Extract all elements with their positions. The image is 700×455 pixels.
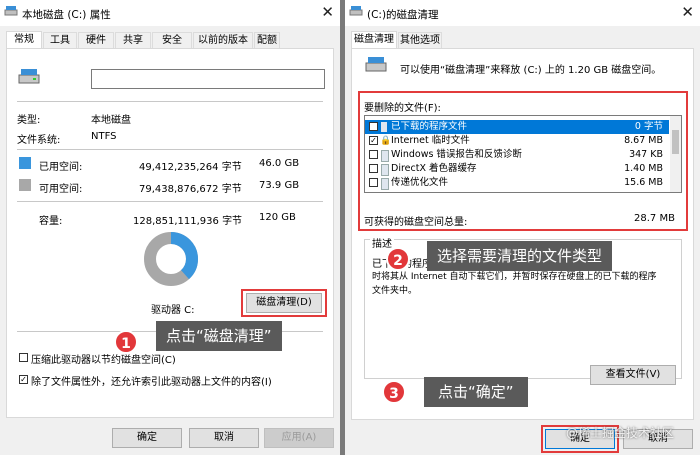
item-size: 15.6 MB bbox=[624, 177, 663, 188]
step-1-callout: 点击“磁盘清理” bbox=[156, 321, 282, 351]
capacity-label: 容量: bbox=[39, 216, 63, 227]
drive-icon bbox=[4, 6, 18, 16]
drive-icon bbox=[18, 69, 40, 84]
step-2-callout: 选择需要清理的文件类型 bbox=[427, 241, 613, 271]
free-space-bytes: 79,438,876,672 字节 bbox=[139, 184, 242, 195]
divider bbox=[17, 201, 323, 202]
item-size: 347 KB bbox=[629, 149, 663, 160]
files-to-delete-label: 要删除的文件(F): bbox=[364, 103, 441, 114]
drive-label: 驱动器 C: bbox=[151, 305, 195, 316]
watermark: @稀土掘金技术社区 bbox=[566, 426, 675, 440]
window-title: 本地磁盘 (C:) 属性 bbox=[22, 9, 111, 21]
file-icon bbox=[381, 150, 389, 162]
divider bbox=[17, 149, 323, 150]
file-icon bbox=[381, 164, 389, 176]
cleanup-intro: 可以使用“磁盘清理”来释放 (C:) 上的 1.20 GB 磁盘空间。 bbox=[400, 65, 662, 76]
list-item[interactable]: ✓ 已下载的程序文件 0 字节 bbox=[365, 120, 669, 134]
item-size: 0 字节 bbox=[634, 121, 663, 132]
file-icon bbox=[381, 122, 387, 132]
compress-label: 压缩此驱动器以节约磁盘空间(C) bbox=[31, 355, 176, 366]
window-title: (C:)的磁盘清理 bbox=[367, 9, 439, 21]
scrollbar-thumb[interactable] bbox=[672, 130, 679, 154]
index-label: 除了文件属性外，还允许索引此驱动器上文件的内容(I) bbox=[31, 377, 272, 388]
view-files-button[interactable]: 查看文件(V) bbox=[590, 365, 676, 385]
used-space-gb: 46.0 GB bbox=[259, 158, 300, 169]
item-checkbox[interactable]: ✓ bbox=[369, 122, 378, 131]
used-space-bytes: 49,412,235,264 字节 bbox=[139, 162, 242, 173]
drive-icon bbox=[365, 57, 387, 72]
total-space-value: 28.7 MB bbox=[634, 213, 675, 224]
cleanup-icon bbox=[349, 6, 363, 16]
apply-button[interactable]: 应用(A) bbox=[264, 428, 334, 448]
description-line-3: 文件夹中。 bbox=[372, 286, 418, 296]
tab-sharing[interactable]: 共享 bbox=[115, 32, 151, 48]
free-space-swatch bbox=[19, 179, 31, 191]
item-checkbox[interactable]: ✓ bbox=[369, 136, 378, 145]
disk-usage-donut bbox=[144, 232, 198, 286]
tab-tools[interactable]: 工具 bbox=[43, 32, 77, 48]
step-3-callout: 点击“确定” bbox=[424, 377, 528, 407]
cleanup-button-highlight bbox=[241, 289, 327, 317]
index-checkbox[interactable]: ✓ bbox=[19, 375, 28, 384]
file-icon bbox=[381, 178, 389, 190]
used-space-label: 已用空间: bbox=[39, 162, 83, 173]
capacity-gb: 120 GB bbox=[259, 212, 296, 223]
tab-hardware[interactable]: 硬件 bbox=[78, 32, 114, 48]
type-label: 类型: bbox=[17, 115, 41, 126]
step-1-badge: 1 bbox=[114, 330, 138, 354]
divider bbox=[17, 101, 323, 102]
filesystem-label: 文件系统: bbox=[17, 135, 61, 146]
item-name: Internet 临时文件 bbox=[391, 135, 470, 146]
title-bar: (C:)的磁盘清理 ✕ bbox=[345, 0, 700, 26]
drive-properties-window: 本地磁盘 (C:) 属性 ✕ 常规 工具 硬件 共享 安全 以前的版本 配额 类… bbox=[0, 0, 340, 455]
lock-icon: 🔒 bbox=[380, 136, 392, 146]
close-icon[interactable]: ✕ bbox=[321, 3, 334, 21]
item-size: 1.40 MB bbox=[624, 163, 663, 174]
tab-more-options[interactable]: 其他选项 bbox=[398, 32, 442, 48]
item-checkbox[interactable] bbox=[369, 178, 378, 187]
list-scrollbar[interactable] bbox=[670, 116, 681, 192]
type-value: 本地磁盘 bbox=[91, 115, 131, 126]
total-space-label: 可获得的磁盘空间总量: bbox=[364, 217, 468, 228]
files-list: ✓ 已下载的程序文件 0 字节 ✓ 🔒 Internet 临时文件 8.67 M… bbox=[364, 115, 682, 193]
list-item[interactable]: ✓ 🔒 Internet 临时文件 8.67 MB bbox=[365, 134, 669, 148]
item-name: 已下载的程序文件 bbox=[391, 121, 468, 132]
filesystem-value: NTFS bbox=[91, 131, 117, 142]
close-icon[interactable]: ✕ bbox=[681, 3, 694, 21]
ok-button[interactable]: 确定 bbox=[112, 428, 182, 448]
cleanup-panel: 可以使用“磁盘清理”来释放 (C:) 上的 1.20 GB 磁盘空间。 要删除的… bbox=[351, 48, 694, 420]
list-item[interactable]: 传递优化文件 15.6 MB bbox=[365, 176, 669, 190]
step-3-badge: 3 bbox=[382, 380, 406, 404]
step-2-badge: 2 bbox=[386, 247, 410, 271]
item-name: 传递优化文件 bbox=[391, 177, 449, 188]
drive-name-input[interactable] bbox=[91, 69, 325, 89]
tab-disk-cleanup[interactable]: 磁盘清理 bbox=[351, 31, 397, 49]
item-checkbox[interactable] bbox=[369, 164, 378, 173]
capacity-bytes: 128,851,111,936 字节 bbox=[133, 216, 243, 227]
list-item[interactable]: DirectX 着色器缓存 1.40 MB bbox=[365, 162, 669, 176]
cancel-button[interactable]: 取消 bbox=[189, 428, 259, 448]
free-space-label: 可用空间: bbox=[39, 184, 83, 195]
tab-general[interactable]: 常规 bbox=[6, 31, 42, 49]
tab-previous-versions[interactable]: 以前的版本 bbox=[193, 32, 253, 48]
used-space-swatch bbox=[19, 157, 31, 169]
general-panel: 类型: 本地磁盘 文件系统: NTFS 已用空间: 49,412,235,264… bbox=[6, 48, 334, 418]
description-title: 描述 bbox=[370, 235, 394, 250]
list-item[interactable]: Windows 错误报告和反馈诊断 347 KB bbox=[365, 148, 669, 162]
tab-quota[interactable]: 配额 bbox=[254, 32, 280, 48]
item-size: 8.67 MB bbox=[624, 135, 663, 146]
item-checkbox[interactable] bbox=[369, 150, 378, 159]
compress-checkbox[interactable] bbox=[19, 353, 28, 362]
item-name: DirectX 着色器缓存 bbox=[391, 163, 477, 174]
free-space-gb: 73.9 GB bbox=[259, 180, 300, 191]
title-bar: 本地磁盘 (C:) 属性 ✕ bbox=[0, 0, 340, 26]
tab-security[interactable]: 安全 bbox=[152, 32, 192, 48]
item-name: Windows 错误报告和反馈诊断 bbox=[391, 149, 522, 160]
